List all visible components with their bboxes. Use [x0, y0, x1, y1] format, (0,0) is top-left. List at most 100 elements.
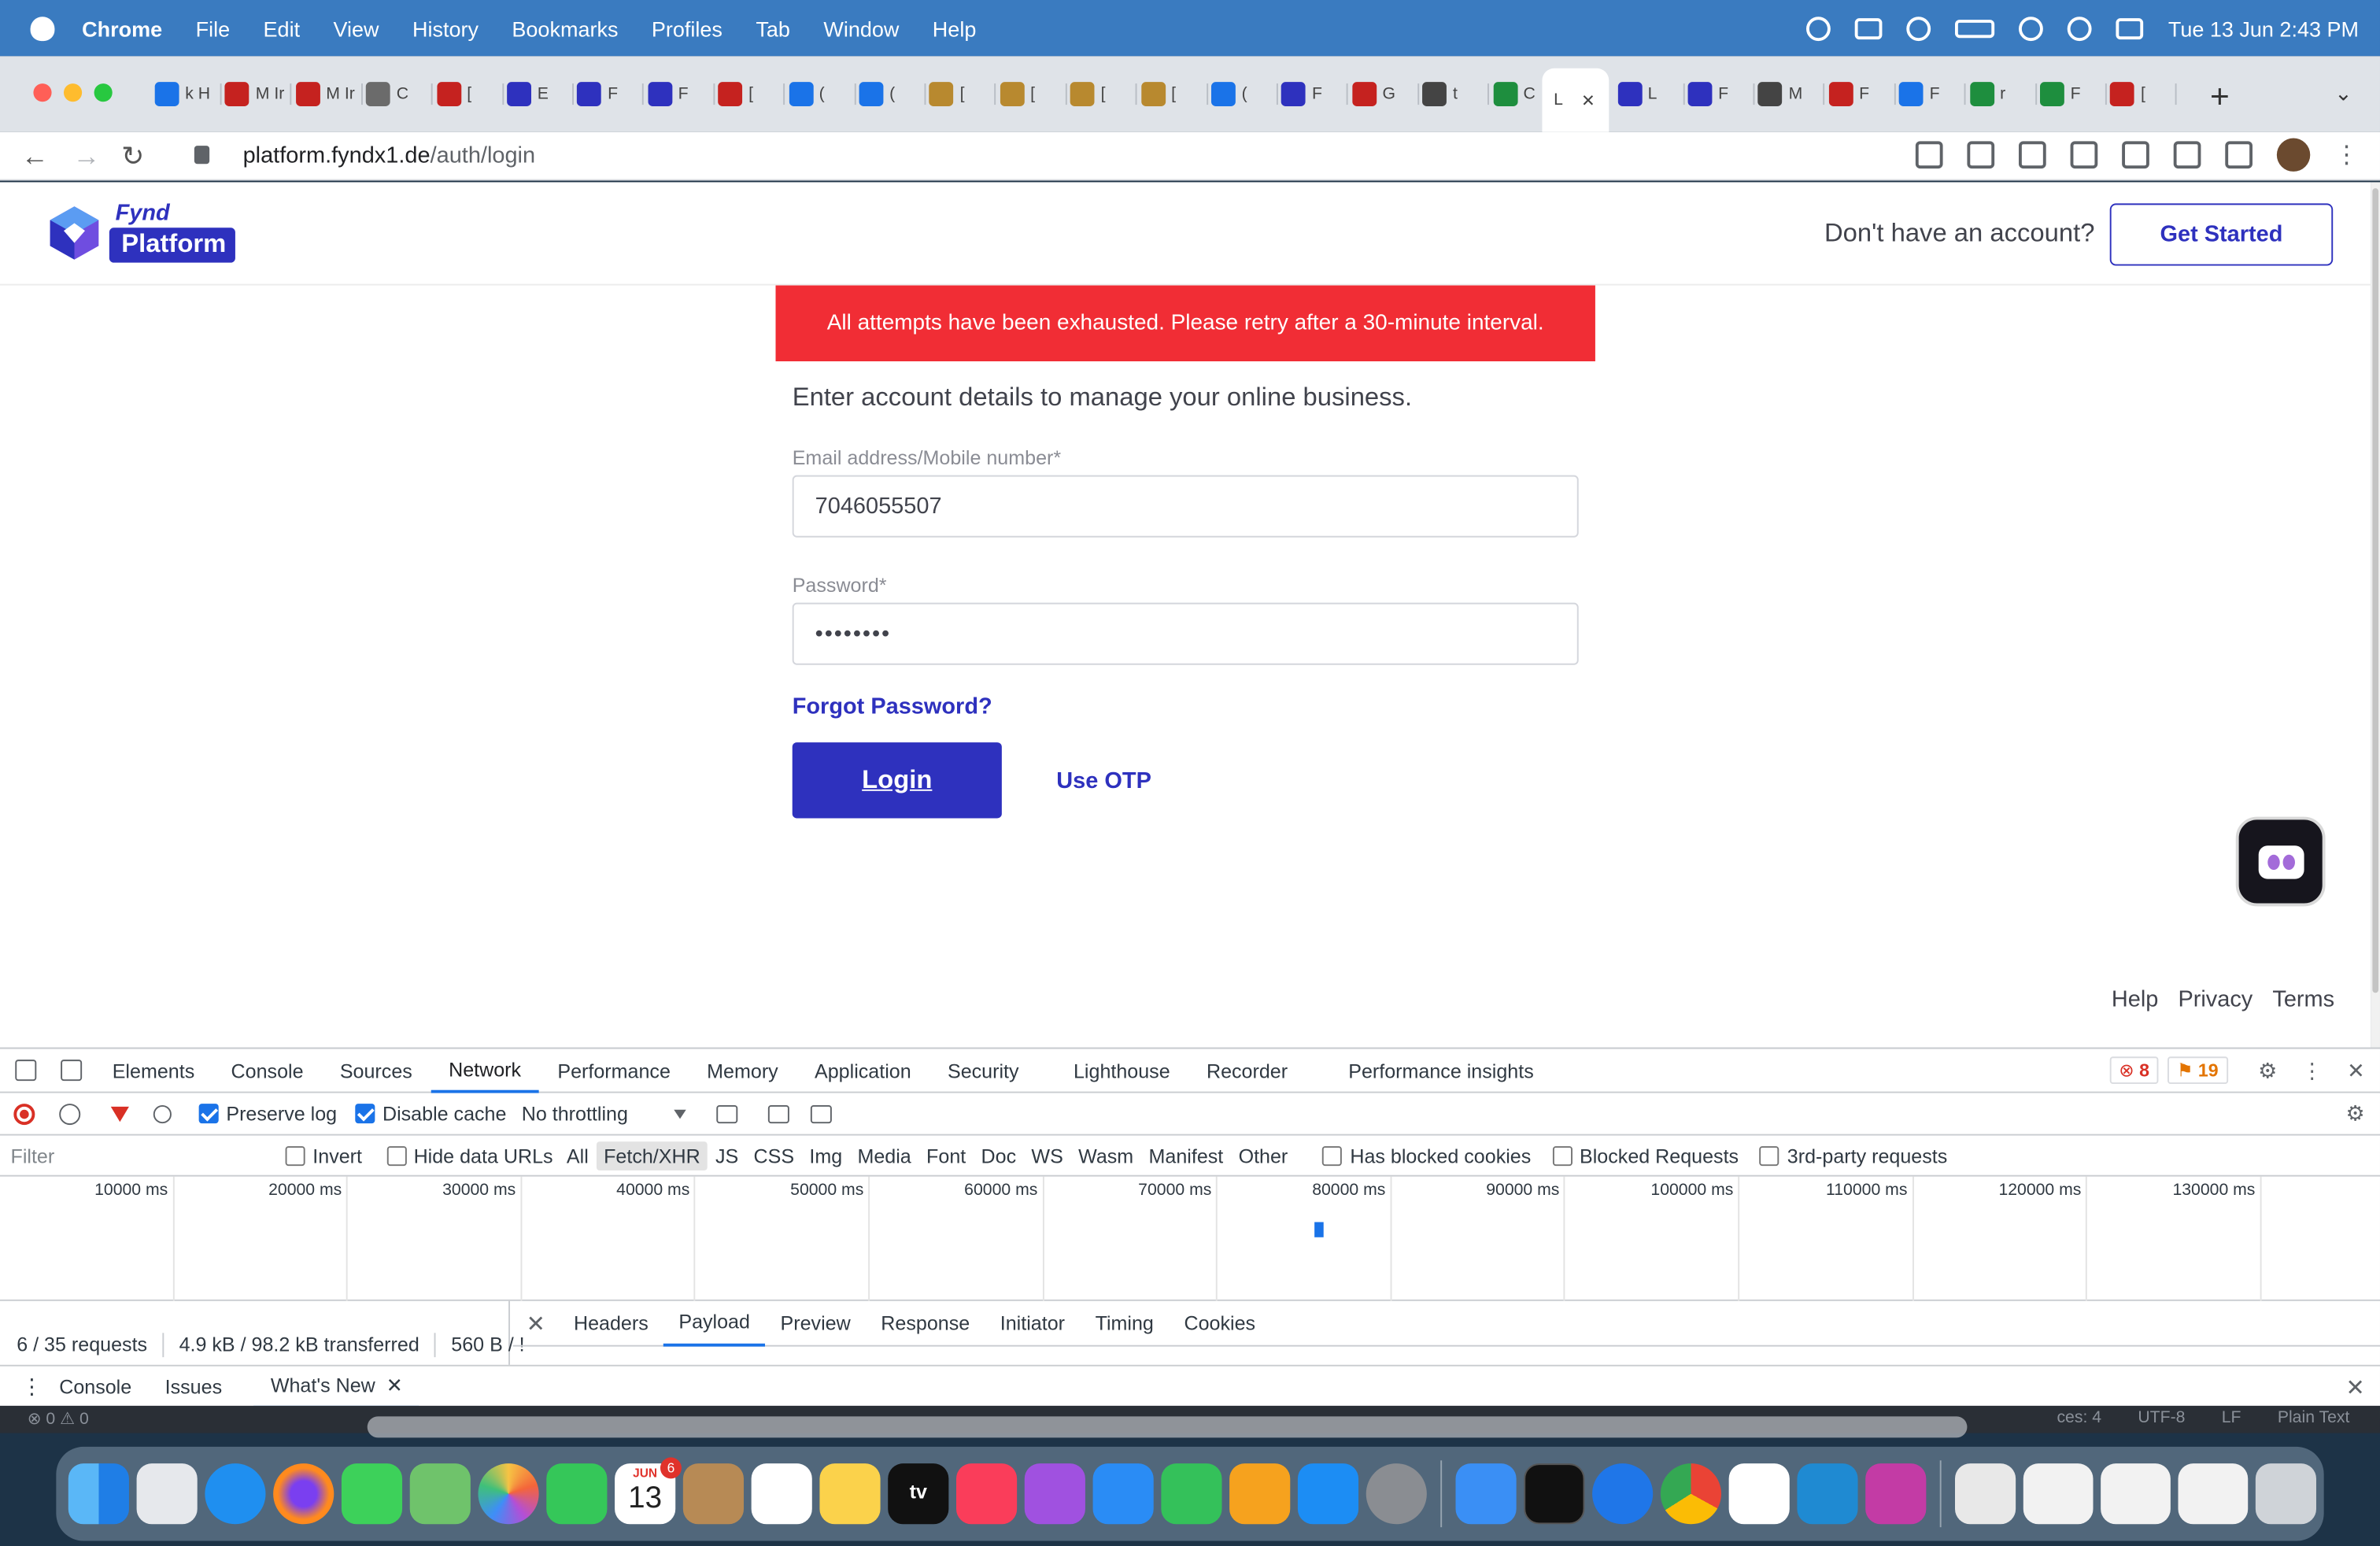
menu-help[interactable]: Help	[933, 16, 977, 40]
network-filter-input[interactable]: Filter	[6, 1140, 268, 1171]
type-filter-doc[interactable]: Doc	[974, 1141, 1024, 1170]
search-icon[interactable]	[153, 1104, 172, 1123]
footer-terms-link[interactable]: Terms	[2272, 987, 2334, 1013]
maps-app-icon[interactable]	[409, 1463, 471, 1525]
browser-tab[interactable]: E	[507, 77, 574, 110]
side-panel-icon[interactable]	[2225, 141, 2252, 169]
type-filter-wasm[interactable]: Wasm	[1070, 1141, 1140, 1170]
export-har-icon[interactable]	[810, 1104, 832, 1123]
has-blocked-cookies-checkbox[interactable]: Has blocked cookies	[1322, 1144, 1531, 1167]
new-tab-button[interactable]: +	[2210, 77, 2230, 117]
browser-tab[interactable]: [	[1140, 77, 1208, 110]
battery-icon[interactable]	[1955, 19, 1995, 38]
control-center-icon[interactable]	[2116, 17, 2144, 39]
browser-tab[interactable]: (	[1210, 77, 1278, 110]
devtools-settings-gear-icon[interactable]: ⚙	[2258, 1058, 2277, 1084]
devtools-tab-elements[interactable]: Elements	[94, 1049, 213, 1093]
vscode-app-icon[interactable]	[1797, 1463, 1858, 1525]
chatbot-launcher-button[interactable]	[2235, 816, 2326, 907]
browser-tab[interactable]: k H	[154, 77, 222, 110]
screen-share-icon[interactable]	[1855, 17, 1883, 39]
menubar-clock[interactable]: Tue 13 Jun 2:43 PM	[2168, 16, 2359, 40]
browser-tab[interactable]: M	[1758, 77, 1825, 110]
devtools-tab-sources[interactable]: Sources	[322, 1049, 431, 1093]
slack-app-icon[interactable]	[1728, 1463, 1790, 1525]
notes-app-icon[interactable]	[819, 1463, 881, 1525]
filter-funnel-icon[interactable]	[110, 1105, 129, 1122]
spotlight-search-icon[interactable]	[2068, 16, 2093, 41]
forgot-password-link[interactable]: Forgot Password?	[793, 693, 992, 719]
trash-icon[interactable]	[2255, 1463, 2316, 1525]
detail-tab-response[interactable]: Response	[866, 1300, 985, 1346]
music-app-icon[interactable]	[955, 1463, 1018, 1525]
firefox-app-icon[interactable]	[273, 1463, 334, 1525]
browser-tab[interactable]: [	[1000, 77, 1067, 110]
browser-tab[interactable]: [	[436, 77, 504, 110]
menu-tab[interactable]: Tab	[756, 16, 790, 40]
type-filter-all[interactable]: All	[559, 1141, 596, 1170]
devtools-tab-lighthouse[interactable]: Lighthouse	[1055, 1049, 1188, 1093]
menu-window[interactable]: Window	[823, 16, 899, 40]
horizontal-scrollbar[interactable]	[367, 1416, 1968, 1438]
network-settings-gear-icon[interactable]: ⚙	[2345, 1100, 2364, 1126]
recent-file-thumbnail[interactable]	[2101, 1463, 2171, 1525]
recent-file-thumbnail[interactable]	[2178, 1463, 2249, 1525]
forward-arrow-icon[interactable]: →	[73, 141, 101, 172]
type-filter-media[interactable]: Media	[850, 1141, 919, 1170]
detail-tab-cookies[interactable]: Cookies	[1169, 1300, 1270, 1346]
type-filter-img[interactable]: Img	[802, 1141, 850, 1170]
minimize-window-button[interactable]	[63, 83, 83, 102]
devtools-tab-console[interactable]: Console	[213, 1049, 321, 1093]
qr-code-icon[interactable]	[2122, 141, 2149, 169]
drawer-tab-issues[interactable]: Issues	[148, 1366, 238, 1408]
browser-tab[interactable]: [	[2110, 77, 2178, 110]
menu-history[interactable]: History	[412, 16, 479, 40]
drawer-tab-whats-new[interactable]: What's New ✕	[253, 1366, 420, 1408]
close-detail-icon[interactable]: ✕	[513, 1309, 559, 1337]
page-scrollbar[interactable]	[2371, 182, 2380, 1048]
browser-tab[interactable]: r	[1969, 77, 2037, 110]
password-key-icon[interactable]	[1915, 141, 1943, 169]
devtools-tab-performance-insights[interactable]: Performance insights	[1330, 1049, 1552, 1093]
menu-profiles[interactable]: Profiles	[652, 16, 722, 40]
drawer-menu-icon[interactable]: ⋮	[21, 1374, 42, 1400]
keynote-app-icon[interactable]	[1092, 1463, 1154, 1525]
tab-search-chevron-icon[interactable]: ⌄	[2334, 80, 2352, 106]
lock-icon[interactable]	[194, 146, 210, 165]
browser-tab[interactable]: F	[648, 77, 715, 110]
login-button[interactable]: Login	[792, 742, 1002, 819]
play-icon[interactable]	[1907, 16, 1931, 41]
devtools-tab-application[interactable]: Application	[796, 1049, 929, 1093]
clear-icon[interactable]	[59, 1103, 81, 1125]
extensions-puzzle-icon[interactable]	[2173, 141, 2201, 169]
document-stack-icon[interactable]	[1954, 1463, 2016, 1525]
photos-app-icon[interactable]	[478, 1463, 539, 1525]
share-icon[interactable]	[1967, 141, 1995, 169]
drawer-close-icon[interactable]: ✕	[2345, 1373, 2364, 1400]
chrome-menu-icon[interactable]: ⋮	[2334, 139, 2359, 170]
calendar-app-icon[interactable]: JUN 13 6	[615, 1457, 682, 1525]
get-started-button[interactable]: Get Started	[2109, 203, 2334, 266]
messenger-status-icon[interactable]	[1806, 16, 1831, 41]
zoom-window-button[interactable]	[94, 83, 113, 102]
detail-tab-payload[interactable]: Payload	[663, 1300, 766, 1346]
fynd-app-icon[interactable]	[1865, 1463, 1927, 1525]
type-filter-ws[interactable]: WS	[1024, 1141, 1071, 1170]
browser-tab[interactable]: [	[1070, 77, 1137, 110]
browser-tab[interactable]: (	[859, 77, 926, 110]
browser-tab[interactable]: [	[929, 77, 996, 110]
browser-tab[interactable]: F	[1281, 77, 1349, 110]
disable-cache-checkbox[interactable]: Disable cache	[355, 1102, 506, 1125]
wifi-icon[interactable]	[2019, 16, 2044, 41]
reminders-app-icon[interactable]	[751, 1463, 812, 1525]
finder-app-icon[interactable]	[68, 1463, 129, 1525]
detail-tab-headers[interactable]: Headers	[559, 1300, 663, 1346]
type-filter-other[interactable]: Other	[1231, 1141, 1295, 1170]
devtools-tab-memory[interactable]: Memory	[689, 1049, 796, 1093]
type-filter-fetch-xhr[interactable]: Fetch/XHR	[596, 1141, 708, 1170]
blocked-requests-checkbox[interactable]: Blocked Requests	[1552, 1144, 1739, 1167]
browser-tab[interactable]: L	[1617, 77, 1684, 110]
import-har-icon[interactable]	[767, 1104, 789, 1123]
browser-tab[interactable]: G	[1351, 77, 1419, 110]
app-store-app-icon[interactable]	[1297, 1463, 1359, 1525]
